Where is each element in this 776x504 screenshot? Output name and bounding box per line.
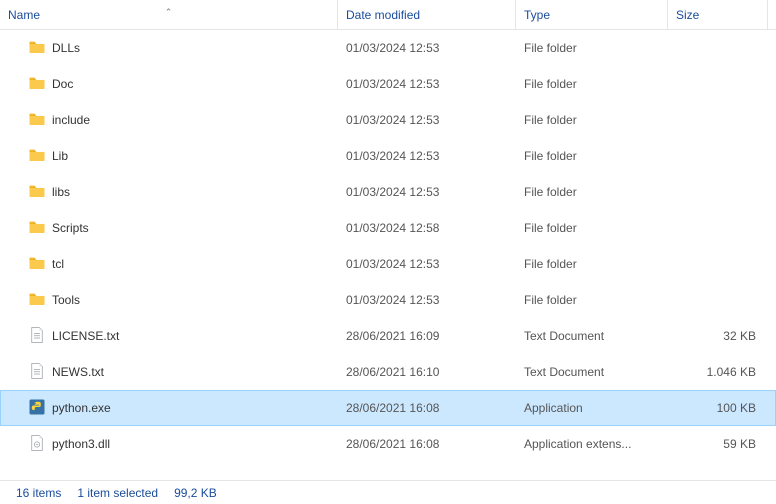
column-header-date[interactable]: Date modified <box>338 0 516 29</box>
file-name-label: NEWS.txt <box>52 365 104 379</box>
file-row[interactable]: Doc 01/03/2024 12:53File folder <box>0 66 776 102</box>
file-name-label: Scripts <box>52 221 89 235</box>
file-date-cell: 01/03/2024 12:53 <box>338 257 516 271</box>
status-item-count: 16 items <box>16 486 61 500</box>
file-row[interactable]: python.exe 28/06/2021 16:08Application100… <box>0 390 776 426</box>
folder-icon <box>28 38 46 59</box>
file-name-label: LICENSE.txt <box>52 329 119 343</box>
file-row[interactable]: Scripts 01/03/2024 12:58File folder <box>0 210 776 246</box>
file-type-cell: Text Document <box>516 365 668 379</box>
file-name-cell: libs <box>20 182 338 203</box>
file-type-cell: File folder <box>516 185 668 199</box>
file-name-label: tcl <box>52 257 64 271</box>
file-name-label: include <box>52 113 90 127</box>
file-list: DLLs01/03/2024 12:53File folderDoc01/03/… <box>0 30 776 462</box>
file-name-label: Doc <box>52 77 73 91</box>
file-type-cell: File folder <box>516 257 668 271</box>
file-date-cell: 01/03/2024 12:53 <box>338 149 516 163</box>
folder-icon <box>28 146 46 167</box>
file-date-cell: 28/06/2021 16:08 <box>338 437 516 451</box>
file-name-label: DLLs <box>52 41 80 55</box>
file-name-cell: DLLs <box>20 38 338 59</box>
file-name-cell: include <box>20 110 338 131</box>
file-row[interactable]: Tools 01/03/2024 12:53File folder <box>0 282 776 318</box>
file-row[interactable]: DLLs 01/03/2024 12:53File folder <box>0 30 776 66</box>
column-header-type-label: Type <box>524 8 550 22</box>
file-name-label: Tools <box>52 293 80 307</box>
dll-icon <box>28 434 46 455</box>
folder-icon <box>28 110 46 131</box>
column-header-size[interactable]: Size <box>668 0 768 29</box>
file-date-cell: 28/06/2021 16:08 <box>338 401 516 415</box>
file-date-cell: 01/03/2024 12:58 <box>338 221 516 235</box>
folder-icon <box>28 74 46 95</box>
column-header-name[interactable]: Name ⌃ <box>0 0 338 29</box>
file-name-label: python3.dll <box>52 437 110 451</box>
file-name-cell: Lib <box>20 146 338 167</box>
column-header-type[interactable]: Type <box>516 0 668 29</box>
file-type-cell: File folder <box>516 77 668 91</box>
file-type-cell: File folder <box>516 293 668 307</box>
file-row[interactable]: libs 01/03/2024 12:53File folder <box>0 174 776 210</box>
status-bar: 16 items 1 item selected 99,2 KB <box>0 480 776 504</box>
python-icon <box>28 398 46 419</box>
file-date-cell: 28/06/2021 16:09 <box>338 329 516 343</box>
folder-icon <box>28 254 46 275</box>
file-date-cell: 01/03/2024 12:53 <box>338 293 516 307</box>
status-selected: 1 item selected <box>77 486 158 500</box>
file-type-cell: File folder <box>516 149 668 163</box>
file-name-label: python.exe <box>52 401 111 415</box>
file-type-cell: File folder <box>516 221 668 235</box>
column-header-date-label: Date modified <box>346 8 420 22</box>
file-size-cell: 1.046 KB <box>668 365 768 379</box>
file-name-cell: Tools <box>20 290 338 311</box>
file-date-cell: 01/03/2024 12:53 <box>338 41 516 55</box>
file-row[interactable]: Lib 01/03/2024 12:53File folder <box>0 138 776 174</box>
file-date-cell: 01/03/2024 12:53 <box>338 185 516 199</box>
file-name-label: libs <box>52 185 70 199</box>
file-name-cell: tcl <box>20 254 338 275</box>
file-name-cell: python.exe <box>20 398 338 419</box>
file-date-cell: 01/03/2024 12:53 <box>338 113 516 127</box>
file-name-cell: Doc <box>20 74 338 95</box>
file-row[interactable]: python3.dll 28/06/2021 16:08Application e… <box>0 426 776 462</box>
file-date-cell: 01/03/2024 12:53 <box>338 77 516 91</box>
file-row[interactable]: NEWS.txt 28/06/2021 16:10Text Document1.0… <box>0 354 776 390</box>
file-name-cell: python3.dll <box>20 434 338 455</box>
file-row[interactable]: LICENSE.txt 28/06/2021 16:09Text Document… <box>0 318 776 354</box>
column-header-name-label: Name <box>8 8 40 22</box>
file-type-cell: Application extens... <box>516 437 668 451</box>
sort-ascending-icon: ⌃ <box>165 0 173 27</box>
txt-icon <box>28 362 46 383</box>
file-date-cell: 28/06/2021 16:10 <box>338 365 516 379</box>
folder-icon <box>28 290 46 311</box>
file-size-cell: 100 KB <box>668 401 768 415</box>
file-name-label: Lib <box>52 149 68 163</box>
file-name-cell: LICENSE.txt <box>20 326 338 347</box>
file-size-cell: 32 KB <box>668 329 768 343</box>
txt-icon <box>28 326 46 347</box>
file-row[interactable]: tcl 01/03/2024 12:53File folder <box>0 246 776 282</box>
file-name-cell: NEWS.txt <box>20 362 338 383</box>
file-row[interactable]: include 01/03/2024 12:53File folder <box>0 102 776 138</box>
file-type-cell: File folder <box>516 41 668 55</box>
file-name-cell: Scripts <box>20 218 338 239</box>
file-size-cell: 59 KB <box>668 437 768 451</box>
column-header-row: Name ⌃ Date modified Type Size <box>0 0 776 30</box>
folder-icon <box>28 218 46 239</box>
file-type-cell: Text Document <box>516 329 668 343</box>
file-type-cell: Application <box>516 401 668 415</box>
folder-icon <box>28 182 46 203</box>
file-type-cell: File folder <box>516 113 668 127</box>
status-selection-size: 99,2 KB <box>174 486 217 500</box>
column-header-size-label: Size <box>676 8 699 22</box>
